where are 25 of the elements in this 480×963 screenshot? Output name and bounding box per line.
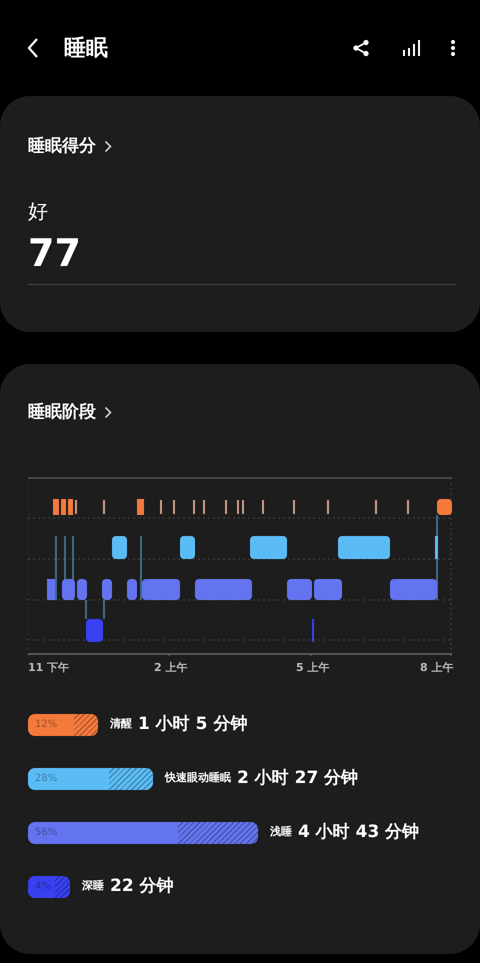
percent-label: 4%	[35, 880, 51, 894]
percent-label: 12%	[35, 718, 58, 732]
chevron-icon	[104, 406, 112, 420]
score-value: 77	[28, 234, 456, 284]
stage-name: 深睡	[82, 878, 104, 894]
axis-label: 11 下午	[28, 660, 70, 676]
axis-label: 5 上午	[296, 660, 330, 676]
share-icon[interactable]	[352, 39, 370, 57]
stage-duration: 2 小时 27 分钟	[237, 766, 358, 790]
card-title[interactable]: 睡眠得分	[28, 134, 96, 160]
percent-label: 28%	[35, 772, 58, 786]
chevron-icon	[104, 140, 112, 154]
axis-label: 2 上午	[154, 660, 188, 676]
page-title: 睡眠	[64, 34, 108, 62]
stage-duration: 1 小时 5 分钟	[138, 712, 248, 736]
stage-name: 清醒	[110, 716, 132, 732]
percent-label: 56%	[35, 826, 58, 840]
stage-name: 浅睡	[270, 824, 292, 840]
stage-duration: 22 分钟	[110, 874, 174, 898]
card-title[interactable]: 睡眠阶段	[28, 400, 96, 426]
stage-name: 快速眼动睡眠	[165, 770, 231, 786]
rating-text: 好	[28, 198, 49, 224]
axis-label: 8 上午	[420, 660, 454, 676]
back-button[interactable]	[26, 37, 40, 59]
stage-duration: 4 小时 43 分钟	[298, 820, 420, 844]
